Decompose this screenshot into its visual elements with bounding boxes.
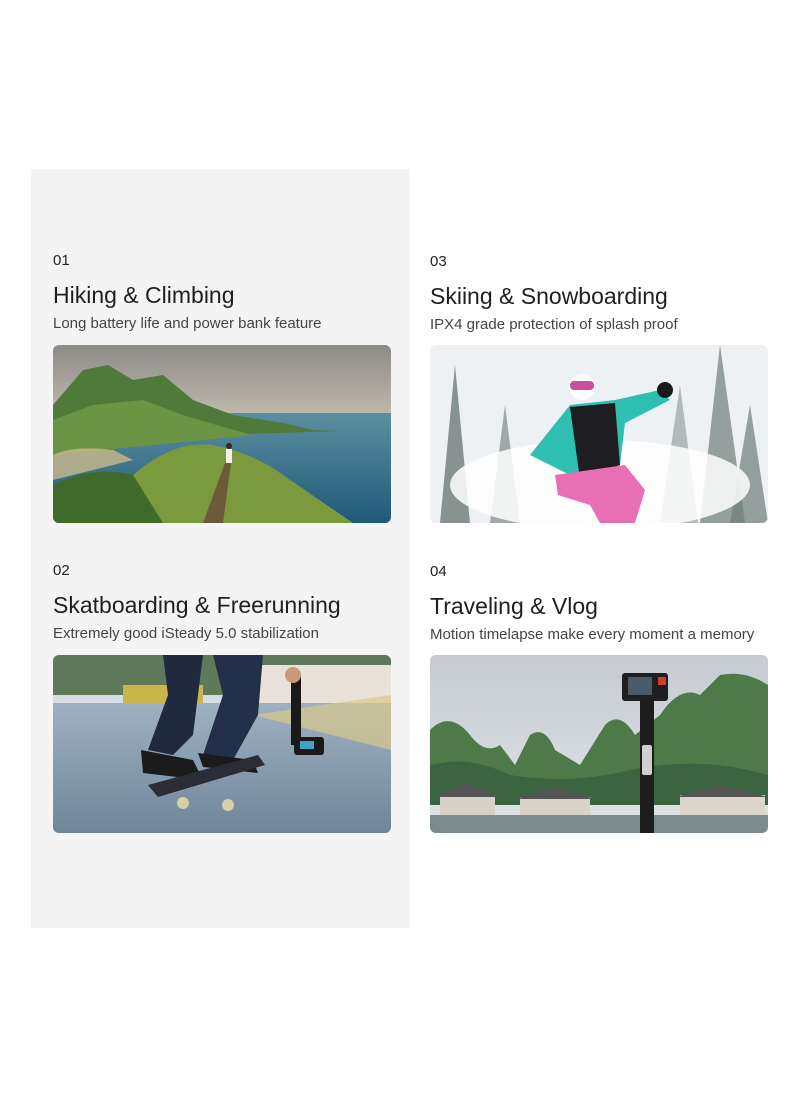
section-title: Skatboarding & Freerunning bbox=[53, 592, 341, 618]
section-skiing: 03 Skiing & Snowboarding IPX4 grade prot… bbox=[430, 253, 770, 335]
section-hiking: 01 Hiking & Climbing Long battery life a… bbox=[53, 252, 393, 334]
section-subtitle: IPX4 grade protection of splash proof bbox=[430, 316, 678, 333]
section-title: Hiking & Climbing bbox=[53, 282, 235, 308]
section-number: 04 bbox=[430, 563, 447, 580]
section-number: 02 bbox=[53, 562, 70, 579]
snowboard-jump-photo bbox=[430, 345, 768, 523]
section-skateboarding: 02 Skatboarding & Freerunning Extremely … bbox=[53, 562, 393, 644]
gimbal-karst-mountains-photo bbox=[430, 655, 768, 833]
section-traveling: 04 Traveling & Vlog Motion timelapse mak… bbox=[430, 563, 770, 645]
section-title: Traveling & Vlog bbox=[430, 593, 598, 619]
hiking-coast-photo bbox=[53, 345, 391, 523]
section-subtitle: Motion timelapse make every moment a mem… bbox=[430, 626, 755, 643]
section-title: Skiing & Snowboarding bbox=[430, 283, 668, 309]
section-number: 03 bbox=[430, 253, 447, 270]
section-subtitle: Extremely good iSteady 5.0 stabilization bbox=[53, 625, 319, 642]
skateboard-gimbal-photo bbox=[53, 655, 391, 833]
section-subtitle: Long battery life and power bank feature bbox=[53, 315, 322, 332]
section-number: 01 bbox=[53, 252, 70, 269]
